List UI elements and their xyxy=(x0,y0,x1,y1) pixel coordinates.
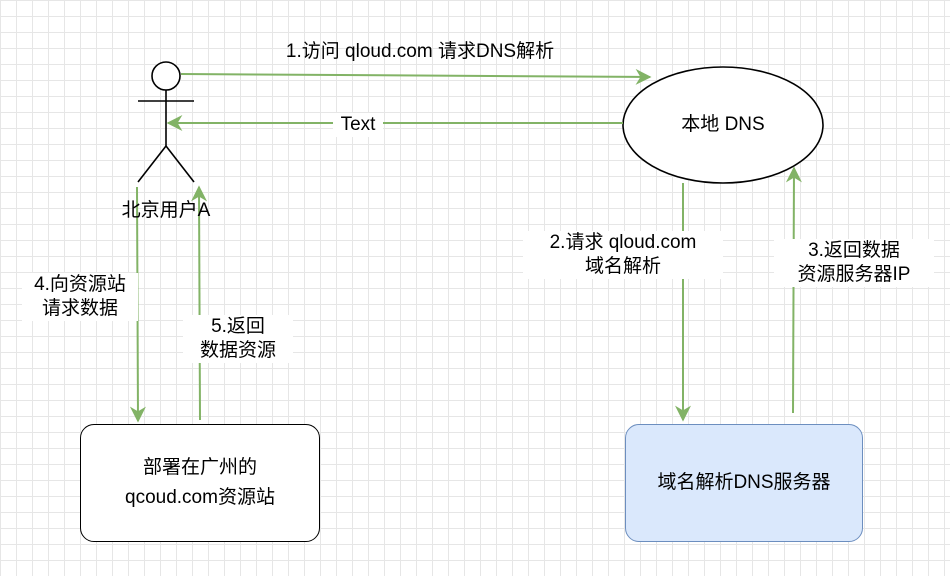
edge-3-label-line2: 资源服务器IP xyxy=(797,264,911,285)
resource-site-line1: 部署在广州的 xyxy=(142,457,257,478)
edge-3-label-line1: 3.返回数据 xyxy=(808,240,900,261)
resource-site-line2: qcoud.com资源站 xyxy=(125,487,275,508)
edge-4-label-line2: 请求数据 xyxy=(41,298,118,319)
edge-1-request-dns[interactable] xyxy=(180,68,652,85)
local-dns-label: 本地 DNS xyxy=(681,114,765,135)
user-label: 北京用户A xyxy=(121,200,211,221)
resource-site-node[interactable]: 部署在广州的 qcoud.com资源站 xyxy=(80,424,320,542)
edge-1-label: 1.访问 qloud.com 请求DNS解析 xyxy=(285,41,555,62)
edge-2-label-line2: 域名解析 xyxy=(584,256,661,277)
dns-server-label: 域名解析DNS服务器 xyxy=(657,472,831,493)
edge-return-text-label: Text xyxy=(333,113,383,137)
edge-5-label-line1: 5.返回 xyxy=(211,316,265,337)
edge-3-return-ip[interactable] xyxy=(785,166,802,414)
edge-4-label-line1: 4.向资源站 xyxy=(34,274,126,295)
edge-3-label: 3.返回数据 资源服务器IP xyxy=(774,239,934,287)
edge-5-label: 5.返回 数据资源 xyxy=(183,315,293,363)
edge-2-label-line1: 2.请求 qloud.com xyxy=(549,232,697,253)
dns-server-node[interactable]: 域名解析DNS服务器 xyxy=(625,424,863,542)
edge-4-label: 4.向资源站 请求数据 xyxy=(22,273,138,321)
edge-5-label-line2: 数据资源 xyxy=(199,340,276,361)
edge-2-label: 2.请求 qloud.com 域名解析 xyxy=(523,231,723,279)
